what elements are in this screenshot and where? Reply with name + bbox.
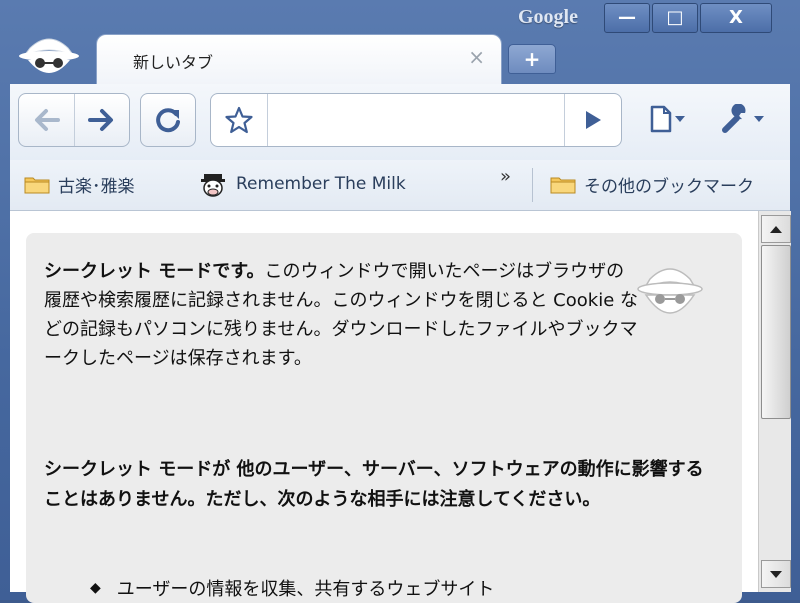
- arrow-up-icon: [770, 225, 782, 233]
- reload-icon: [156, 108, 180, 133]
- browser-frame: Google — □ X 新しいタブ × + 古楽･雅楽 Remember Th…: [0, 0, 800, 603]
- other-bookmarks[interactable]: その他のブックマーク: [550, 170, 754, 198]
- back-button[interactable]: [19, 94, 74, 146]
- bookmark-star-button[interactable]: [211, 94, 268, 146]
- list-item: ◆ ユーザーの情報を収集、共有するウェブサイト: [90, 575, 690, 601]
- minimize-button[interactable]: —: [604, 3, 650, 33]
- go-arrow-icon: [586, 111, 601, 129]
- intro-paragraph: シークレット モードです。このウィンドウで開いたページはブラウザの 履歴や検索履…: [44, 257, 644, 373]
- scroll-down-button[interactable]: [761, 560, 791, 588]
- incognito-icon: [637, 268, 703, 314]
- tab-close-icon[interactable]: ×: [468, 45, 485, 69]
- forward-arrow-icon: [87, 109, 113, 131]
- brand-label: Google: [518, 6, 578, 28]
- bookmark-label: 古楽･雅楽: [58, 176, 135, 197]
- page-icon: [650, 105, 671, 133]
- bookmark-folder-kogaku[interactable]: 古楽･雅楽: [24, 170, 135, 198]
- incognito-icon: [19, 38, 79, 73]
- star-icon: [225, 106, 253, 134]
- toolbar: [10, 84, 790, 160]
- tab-title: 新しいタブ: [133, 53, 214, 72]
- bullet-icon: ◆: [90, 580, 101, 596]
- close-window-button[interactable]: X: [700, 3, 772, 33]
- nav-buttons: [18, 93, 130, 147]
- wrench-icon: [721, 104, 745, 133]
- scroll-up-button[interactable]: [761, 215, 791, 243]
- go-button[interactable]: [564, 94, 621, 146]
- maximize-icon: □: [666, 7, 684, 28]
- bookmark-label: Remember The Milk: [236, 174, 406, 194]
- divider: [532, 168, 533, 202]
- page-content: シークレット モードです。このウィンドウで開いたページはブラウザの 履歴や検索履…: [10, 211, 758, 603]
- cow-icon: [201, 174, 225, 197]
- tools-menu-button[interactable]: [710, 96, 774, 142]
- bookmark-remember-the-milk[interactable]: Remember The Milk: [198, 170, 406, 198]
- intro-heading: シークレット モードです。: [44, 261, 265, 282]
- address-input[interactable]: [271, 104, 565, 136]
- bookmark-label: その他のブックマーク: [584, 176, 754, 197]
- omnibox: [210, 93, 622, 147]
- incognito-info-panel: シークレット モードです。このウィンドウで開いたページはブラウザの 履歴や検索履…: [26, 233, 742, 603]
- scrollbar-thumb[interactable]: [761, 245, 791, 419]
- minimize-icon: —: [618, 7, 636, 28]
- bookmarks-bar: 古楽･雅楽 Remember The Milk » その他のブックマーク: [10, 160, 790, 211]
- window-controls: — □ X: [604, 3, 772, 33]
- arrow-down-icon: [770, 570, 782, 578]
- maximize-button[interactable]: □: [652, 3, 698, 33]
- bookmarks-overflow-icon[interactable]: »: [500, 166, 511, 187]
- reload-button[interactable]: [140, 93, 196, 147]
- folder-icon: [24, 177, 50, 194]
- tab-new-tab[interactable]: 新しいタブ ×: [96, 34, 502, 85]
- back-arrow-icon: [35, 109, 61, 131]
- forward-button[interactable]: [73, 94, 130, 146]
- chevron-down-icon: [674, 116, 685, 122]
- folder-icon: [550, 177, 576, 194]
- list-item-text: ユーザーの情報を収集、共有するウェブサイト: [116, 579, 495, 600]
- chevron-down-icon: [753, 116, 764, 122]
- close-icon: X: [729, 7, 743, 28]
- vertical-scrollbar[interactable]: [758, 211, 791, 592]
- warning-paragraph: シークレット モードが 他のユーザー、サーバー、ソフトウェアの動作に影響すること…: [44, 459, 704, 510]
- new-tab-button[interactable]: +: [508, 44, 556, 74]
- plus-icon: +: [523, 47, 541, 71]
- page-menu-button[interactable]: [638, 96, 696, 142]
